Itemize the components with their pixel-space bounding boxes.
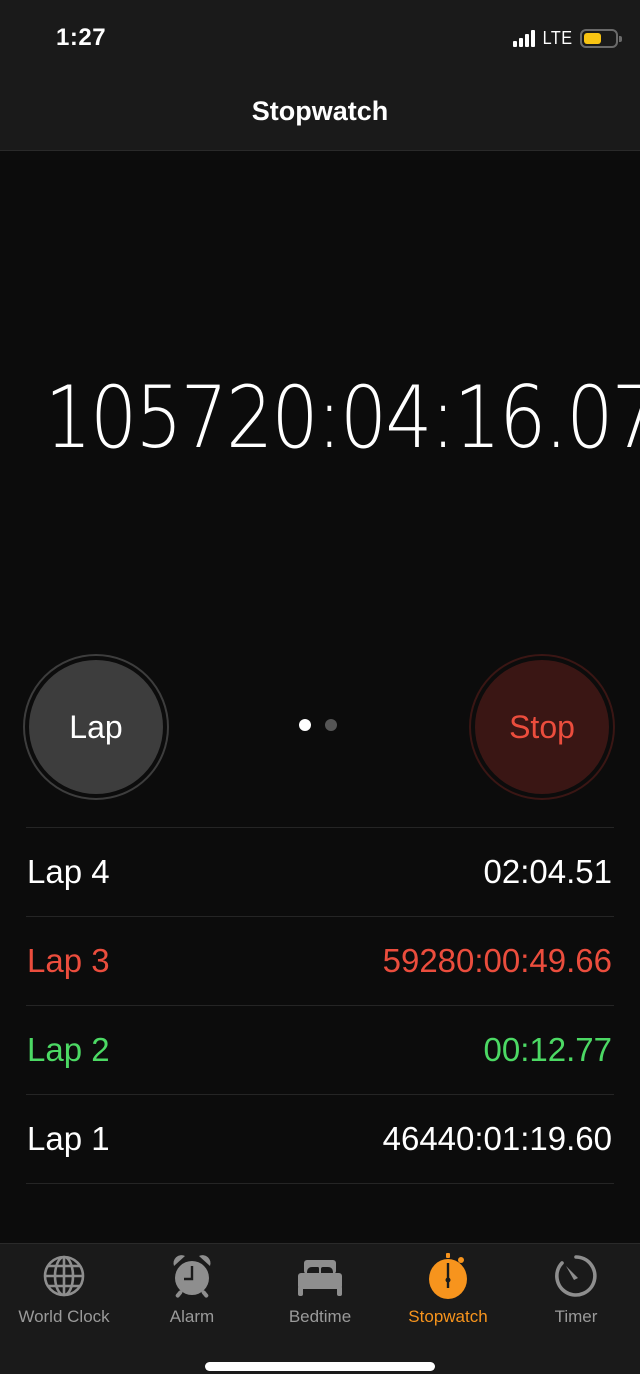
tab-stopwatch[interactable]: Stopwatch: [384, 1252, 512, 1327]
lap-row-fastest: Lap 2 00:12.77: [26, 1006, 614, 1095]
timer-icon: [555, 1255, 597, 1297]
page-title: Stopwatch: [251, 96, 389, 126]
tab-bar: World Clock Alarm Bedtime Stopwatch Time…: [0, 1243, 640, 1374]
lap-button[interactable]: Lap: [23, 654, 169, 800]
lap-row-slowest: Lap 3 59280:00:49.66: [26, 917, 614, 1006]
lap-row: Lap 4 02:04.51: [26, 828, 614, 917]
page-dot: [325, 719, 337, 731]
header: 1:27 LTE Stopwatch: [0, 0, 640, 151]
lap-time: 59280:00:49.66: [382, 942, 612, 979]
tab-label: Bedtime: [288, 1307, 352, 1326]
stopwatch-icon: [429, 1253, 467, 1299]
lap-label: Lap 2: [27, 1031, 110, 1068]
lap-time: 46440:01:19.60: [382, 1120, 612, 1157]
stop-button[interactable]: Stop: [469, 654, 615, 800]
page-indicator[interactable]: [299, 719, 337, 731]
battery-icon: [580, 29, 622, 48]
tab-label: Alarm: [169, 1307, 215, 1326]
status-indicators: LTE: [512, 28, 622, 49]
lap-time: 00:12.77: [483, 1031, 612, 1068]
alarm-clock-icon: [173, 1255, 211, 1298]
lap-label: Lap 1: [27, 1120, 110, 1157]
page-dot-active: [299, 719, 311, 731]
elapsed-time: 105720:04:16.07: [44, 368, 640, 468]
tab-alarm[interactable]: Alarm: [128, 1252, 256, 1327]
signal-icon: [512, 30, 535, 47]
tab-label: Timer: [554, 1307, 598, 1326]
status-time: 1:27: [56, 24, 107, 51]
tab-label: Stopwatch: [408, 1307, 488, 1326]
tab-label: World Clock: [18, 1307, 110, 1326]
stop-button-label: Stop: [475, 660, 609, 794]
globe-icon: [43, 1255, 85, 1297]
tab-timer[interactable]: Timer: [512, 1252, 640, 1327]
tab-bedtime[interactable]: Bedtime: [256, 1252, 384, 1327]
network-type: LTE: [542, 28, 573, 48]
lap-button-label: Lap: [29, 660, 163, 794]
lap-time: 02:04.51: [483, 853, 612, 890]
tab-world-clock[interactable]: World Clock: [0, 1252, 128, 1327]
home-indicator[interactable]: [205, 1362, 435, 1371]
lap-label: Lap 4: [27, 853, 110, 890]
bed-icon: [298, 1260, 342, 1296]
lap-label: Lap 3: [27, 942, 110, 979]
lap-row: Lap 1 46440:01:19.60: [26, 1095, 614, 1184]
lap-list: Lap 4 02:04.51 Lap 3 59280:00:49.66 Lap …: [26, 827, 614, 1184]
